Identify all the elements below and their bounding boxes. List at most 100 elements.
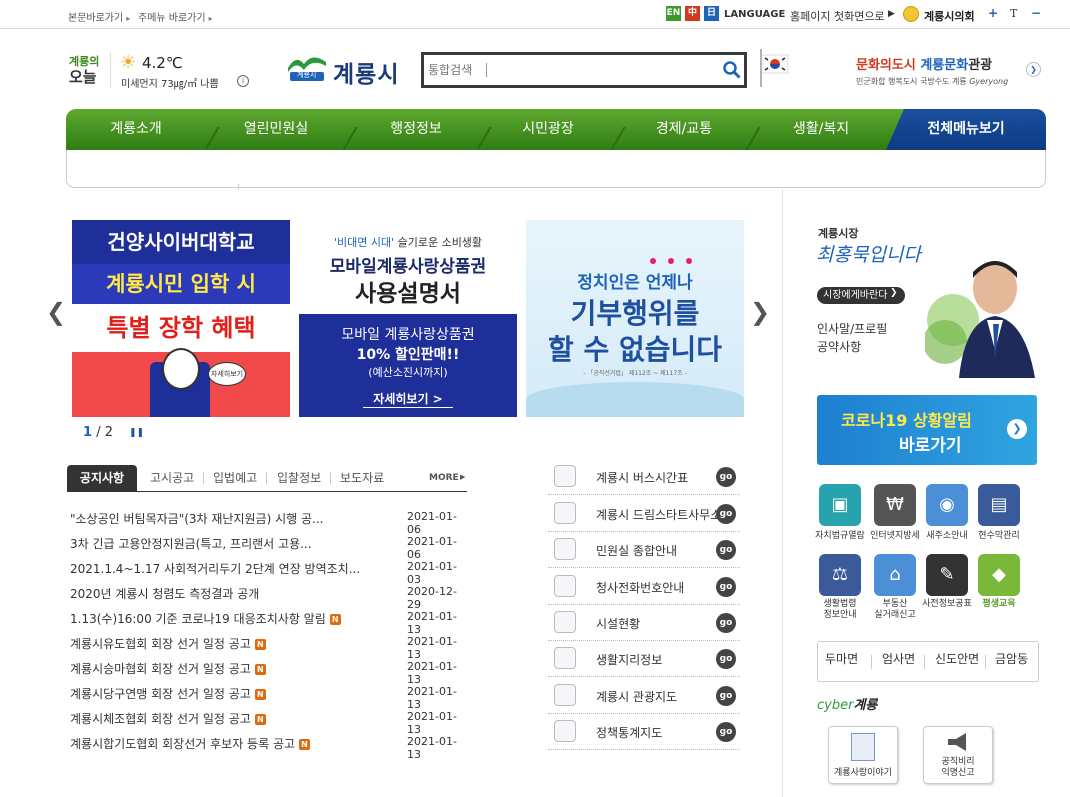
banner2-box1: 모바일 계룡사랑상품권 [341, 327, 475, 343]
slogan-next-icon[interactable]: ❯ [1026, 62, 1041, 77]
search-input[interactable] [428, 59, 708, 81]
go-button[interactable]: go [716, 649, 736, 669]
graduation-cap-icon[interactable]: ◆ [978, 554, 1020, 596]
notice-title[interactable]: 계룡시합기도협회 회장선거 후보자 등록 공고 [70, 737, 295, 751]
banner-scholarship[interactable]: 건양사이버대학교 계룡시민 입학 시 특별 장학 혜택 자세히보기 [72, 220, 290, 417]
banner3-foot: - 「공직선거법」 제112조 ~ 제117조 - [583, 370, 687, 377]
zoom-in-button[interactable]: + [988, 6, 998, 20]
tab-announcement[interactable]: 고시공고 [150, 469, 194, 486]
go-button[interactable]: go [716, 467, 736, 487]
banner1-more[interactable]: 자세히보기 [208, 362, 246, 386]
nav-item-admin[interactable]: 행정정보 [356, 109, 476, 150]
banner3-line1: 정치인은 언제나 [577, 273, 693, 293]
slider-next-button[interactable]: ❯ [750, 298, 770, 326]
tax-icon[interactable]: ₩ [874, 484, 916, 526]
banner2-more[interactable]: 자세히보기 > [363, 390, 453, 408]
banner-election-law[interactable]: 정치인은 언제나 기부행위를 할 수 없습니다 - 「공직선거법」 제112조 … [526, 220, 744, 417]
go-button[interactable]: go [716, 686, 736, 706]
list-item[interactable]: 3차 긴급 고용안정지원금(특고, 프리랜서 고용... 2021-01-06 [70, 535, 470, 561]
list-item[interactable]: 계룡시당구연맹 회장 선거 일정 공고 N 2021-01-13 [70, 685, 470, 711]
quick-link-facilities[interactable]: 시설현황 go [548, 605, 740, 641]
town-link-geumam[interactable]: 금암동 [995, 650, 1028, 667]
quick-link-dreamstart[interactable]: 계룡시 드림스타트사무소 go [548, 496, 740, 532]
mayor-pledge-link[interactable]: 공약사항 [817, 338, 861, 355]
go-button[interactable]: go [716, 540, 736, 560]
list-item[interactable]: 계룡시합기도협회 회장선거 후보자 등록 공고 N 2021-01-13 [70, 735, 470, 761]
home-first-link[interactable]: 홈페이지 첫화면으로 [790, 8, 885, 24]
folder-icon[interactable]: ▣ [819, 484, 861, 526]
language-label[interactable]: LANGUAGE [724, 9, 785, 20]
notice-title[interactable]: 계룡시당구연맹 회장 선거 일정 공고 [70, 687, 251, 701]
nav-item-welfare[interactable]: 생활/복지 [761, 109, 881, 150]
notice-title[interactable]: 계룡시체조협회 회장 선거 일정 공고 [70, 712, 251, 726]
notice-title[interactable]: 2020년 계룡시 청렴도 측정결과 공개 [70, 585, 259, 602]
font-size-button[interactable]: T [1010, 7, 1017, 20]
go-button[interactable]: go [716, 613, 736, 633]
quick-link-tour-map[interactable]: 계룡시 관광지도 go [548, 678, 740, 714]
lang-en-button[interactable]: EN [666, 6, 681, 21]
notice-title[interactable]: 3차 긴급 고용안정지원금(특고, 프리랜서 고용... [70, 535, 312, 552]
list-item[interactable]: 계룡시유도협회 회장 선거 일정 공고 N 2021-01-13 [70, 635, 470, 661]
covid-banner[interactable]: 코로나19 상황알림 바로가기 ❯ [817, 395, 1037, 465]
nav-item-civil[interactable]: 열린민원실 [216, 109, 336, 150]
scales-icon[interactable]: ⚖ [819, 554, 861, 596]
cyber-card-label: 계룡사랑이야기 [834, 768, 892, 778]
tab-legislation[interactable]: 입법예고 [213, 469, 257, 486]
lang-jp-button[interactable]: 日 [704, 6, 719, 21]
list-item[interactable]: 계룡시승마협회 회장 선거 일정 공고 N 2021-01-13 [70, 660, 470, 686]
pause-button[interactable]: ❚❚ [129, 428, 144, 438]
document-pen-icon[interactable]: ✎ [926, 554, 968, 596]
search-icon[interactable] [723, 61, 741, 79]
slider-prev-button[interactable]: ❮ [46, 298, 66, 326]
list-item[interactable]: "소상공인 버팀목자금"(3차 재난지원금) 시행 공... 2021-01-06 [70, 510, 470, 536]
notice-title[interactable]: 2021.1.4~1.17 사회적거리두기 2단계 연장 방역조치... [70, 560, 360, 577]
more-link[interactable]: MORE [429, 473, 459, 483]
real-estate-icon[interactable]: ⌂ [874, 554, 916, 596]
city-logo-text[interactable]: 계룡시 [333, 55, 399, 89]
list-item[interactable]: 계룡시체조협회 회장 선거 일정 공고 N 2021-01-13 [70, 710, 470, 736]
go-button[interactable]: go [716, 577, 736, 597]
zoom-out-button[interactable]: − [1031, 6, 1041, 20]
list-item[interactable]: 2020년 계룡시 청렴도 측정결과 공개 2020-12-29 [70, 585, 470, 611]
quick-link-civil-guide[interactable]: 민원실 종합안내 go [548, 532, 740, 568]
mayor-name: 최홍묵입니다 [816, 244, 921, 266]
skip-to-content-link[interactable]: 본문바로가기 [68, 9, 130, 24]
divider [266, 472, 267, 484]
list-item[interactable]: 1.13(수)16:00 기준 코로나19 대응조치사항 알림 N 2021-01-… [70, 610, 470, 636]
go-button[interactable]: go [716, 722, 736, 742]
quick-link-stats-map[interactable]: 정책통계지도 go [548, 714, 740, 750]
cyber-story-card[interactable]: 계룡사랑이야기 [828, 726, 898, 784]
list-item[interactable]: 2021.1.4~1.17 사회적거리두기 2단계 연장 방역조치... 2021… [70, 560, 470, 586]
town-link-duma[interactable]: 두마면 [825, 650, 858, 667]
nav-item-intro[interactable]: 계룡소개 [76, 109, 196, 150]
notice-date: 2021-01-13 [407, 710, 457, 736]
location-icon[interactable]: ◉ [926, 484, 968, 526]
notice-title[interactable]: 1.13(수)16:00 기준 코로나19 대응조치사항 알림 [70, 612, 326, 626]
go-button[interactable]: go [716, 504, 736, 524]
notice-title[interactable]: "소상공인 버팀목자금"(3차 재난지원금) 시행 공... [70, 510, 323, 527]
tab-press[interactable]: 보도자료 [340, 469, 384, 486]
tab-bidding[interactable]: 입찰정보 [277, 469, 321, 486]
mayor-greeting-link[interactable]: 인사말/프로필 [817, 320, 887, 337]
nav-item-plaza[interactable]: 시민광장 [488, 109, 608, 150]
notice-title[interactable]: 계룡시유도협회 회장 선거 일정 공고 [70, 637, 251, 651]
council-link[interactable]: 계룡시의회 [924, 8, 975, 24]
skip-to-menu-link[interactable]: 주메뉴 바로가기 [138, 9, 213, 24]
info-icon[interactable]: i [237, 75, 249, 87]
quick-link-label: 계룡시 드림스타트사무소 [596, 508, 722, 522]
notice-title[interactable]: 계룡시승마협회 회장 선거 일정 공고 [70, 662, 251, 676]
cyber-report-card[interactable]: 공직비리 익명신고 [923, 726, 993, 784]
all-menu-button[interactable]: 전체메뉴보기 [886, 109, 1046, 150]
quick-link-geo[interactable]: 생활지리정보 go [548, 641, 740, 677]
town-link-eomsa[interactable]: 엄사면 [882, 650, 915, 667]
nav-item-economy[interactable]: 경제/교통 [624, 109, 744, 150]
banner-gift-card[interactable]: '비대면 시대' 슬기로운 소비생활 모바일계룡사랑상품권 사용설명서 모바일 … [299, 220, 517, 417]
quick-link-bus[interactable]: 계룡시 버스시간표 go [548, 459, 740, 495]
column-divider [782, 189, 783, 797]
lang-cn-button[interactable]: 中 [685, 6, 700, 21]
banner-board-icon[interactable]: ▤ [978, 484, 1020, 526]
tab-notice[interactable]: 공지사항 [67, 465, 137, 492]
quick-link-phone[interactable]: 청사전화번호안내 go [548, 569, 740, 605]
banner3-line2: 기부행위를 [570, 297, 700, 330]
town-link-sindoan[interactable]: 신도안면 [935, 650, 979, 667]
